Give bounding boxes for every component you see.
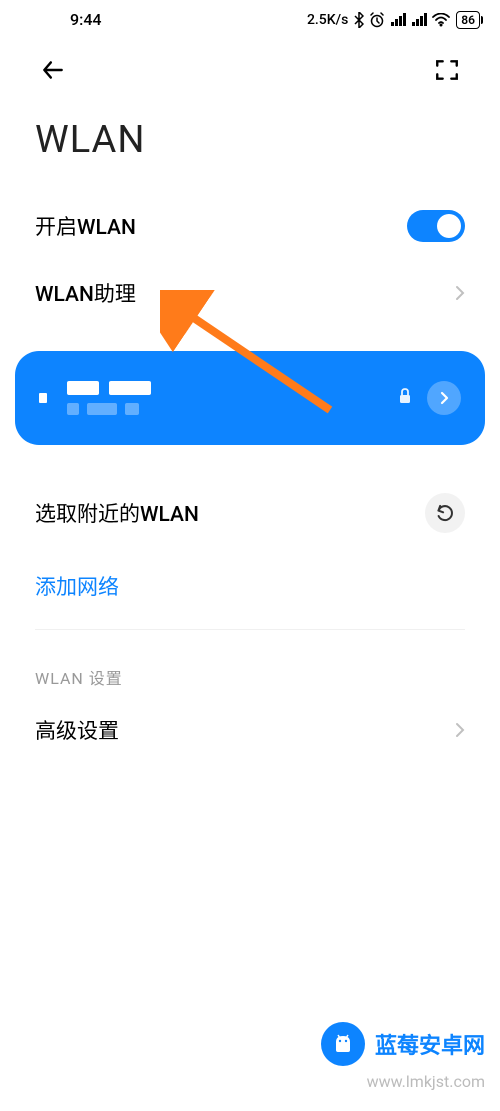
alarm-icon	[369, 12, 385, 28]
chevron-right-icon	[455, 722, 465, 738]
wlan-settings-section-header: WLAN 设置	[0, 630, 500, 697]
bluetooth-icon	[354, 12, 364, 28]
watermark-url: www.lmkjst.com	[367, 1072, 485, 1091]
wifi-info	[67, 381, 151, 415]
advanced-settings-label: 高级设置	[35, 715, 119, 745]
chevron-right-icon	[455, 285, 465, 301]
wifi-signal-icon	[39, 393, 47, 403]
page-title: WLAN	[0, 98, 500, 192]
back-icon[interactable]	[40, 57, 66, 83]
wlan-toggle-row: 开启WLAN	[0, 192, 500, 260]
network-speed: 2.5K/s	[307, 12, 348, 28]
nearby-wlan-row: 选取附近的WLAN	[0, 465, 500, 553]
status-right: 2.5K/s 86	[307, 11, 480, 29]
wlan-toggle-label: 开启WLAN	[35, 211, 136, 241]
wlan-toggle-switch[interactable]	[407, 210, 465, 242]
watermark-name: 蓝莓安卓网	[375, 1028, 485, 1060]
refresh-icon	[435, 503, 455, 523]
watermark-logo: 蓝莓安卓网	[321, 1022, 485, 1066]
nav-bar	[0, 37, 500, 98]
advanced-settings-row[interactable]: 高级设置	[0, 697, 500, 763]
refresh-button[interactable]	[425, 493, 465, 533]
wifi-icon	[432, 13, 450, 27]
wifi-detail-button[interactable]	[427, 381, 461, 415]
lock-icon	[398, 388, 412, 408]
status-time: 9:44	[70, 10, 102, 29]
wlan-assistant-label: WLAN助理	[35, 278, 136, 308]
status-bar: 9:44 2.5K/s 86	[0, 0, 500, 37]
battery-indicator: 86	[456, 11, 480, 29]
wlan-assistant-row[interactable]: WLAN助理	[0, 260, 500, 326]
status-icons	[354, 12, 450, 28]
android-logo-icon	[321, 1022, 365, 1066]
add-network-button[interactable]: 添加网络	[0, 553, 500, 629]
signal-icon-2	[411, 13, 427, 27]
scan-icon[interactable]	[434, 57, 460, 83]
signal-icon-1	[390, 13, 406, 27]
connected-wifi-card[interactable]	[15, 351, 485, 445]
nearby-wlan-label: 选取附近的WLAN	[35, 498, 199, 528]
